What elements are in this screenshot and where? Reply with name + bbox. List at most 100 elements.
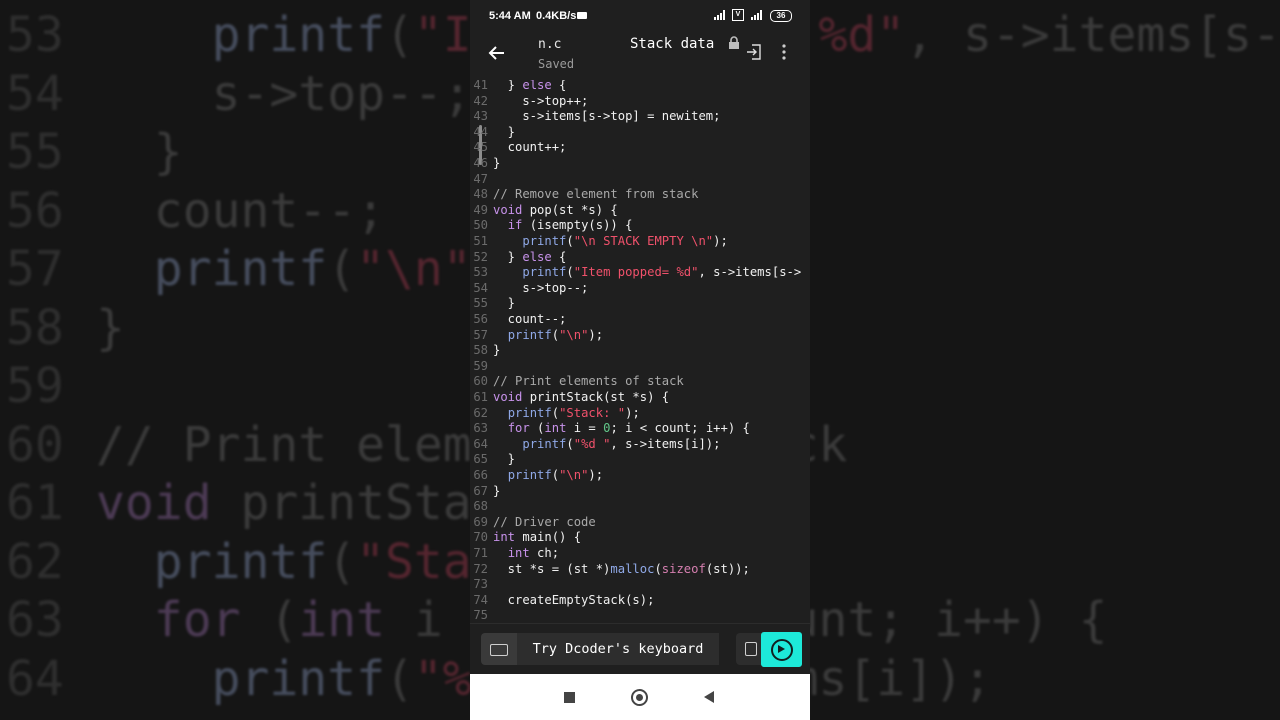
code-line[interactable]: 64 printf("%d ", s->items[i]); xyxy=(470,437,720,453)
code-line[interactable]: 41 } else { xyxy=(470,80,566,94)
code-line[interactable]: 42 s->top++; xyxy=(470,94,588,110)
code-line[interactable]: 51 printf("\n STACK EMPTY \n"); xyxy=(470,234,728,250)
status-bar: 5:44 AM 0.4KB/s V 36 xyxy=(470,0,810,32)
code-token: pop(st *s) { xyxy=(522,202,618,217)
code-line[interactable]: 57 printf("\n"); xyxy=(470,328,603,344)
code-line[interactable]: 58} xyxy=(470,343,500,359)
line-number: 54 xyxy=(473,280,488,295)
code-token: ); xyxy=(713,234,728,248)
try-keyboard-button[interactable]: Try Dcoder's keyboard xyxy=(517,633,719,665)
code-line[interactable]: 43 s->items[s->top] = newitem; xyxy=(470,109,720,125)
code-line[interactable]: 72 st *s = (st *)malloc(sizeof(st)); xyxy=(470,562,750,578)
code-token: else xyxy=(522,80,552,92)
nav-back-icon[interactable] xyxy=(704,691,714,703)
line-number: 41 xyxy=(473,80,488,92)
background-code-token: } xyxy=(96,124,183,180)
background-line-number: 57 xyxy=(6,241,64,297)
code-line[interactable]: 50 if (isempty(s)) { xyxy=(470,218,632,234)
code-line[interactable]: 67} xyxy=(470,484,500,500)
code-token: s->top--; xyxy=(493,280,589,295)
exit-icon[interactable] xyxy=(746,43,762,61)
code-token: (isempty(s)) { xyxy=(522,218,633,233)
keyboard-icon xyxy=(490,644,508,656)
code-line[interactable]: 73 xyxy=(470,577,493,593)
line-number: 68 xyxy=(473,499,488,514)
code-line[interactable]: 46} xyxy=(470,156,500,172)
code-token: // Remove element from stack xyxy=(493,187,699,202)
code-line[interactable]: 60 // Print elements of stack xyxy=(470,374,683,390)
code-line[interactable]: 62 printf("Stack: "); xyxy=(470,405,639,422)
code-line[interactable]: 74 createEmptyStack(s); xyxy=(470,593,654,609)
code-line[interactable]: 63 for (int i = 0; i < count; i++) { xyxy=(470,421,750,437)
keyboard-toggle-button[interactable] xyxy=(481,633,517,665)
code-token: if xyxy=(507,218,523,233)
code-line[interactable]: 70 int main() { xyxy=(470,530,581,546)
code-line[interactable]: 48 // Remove element from stack xyxy=(470,187,698,203)
code-editor[interactable]: 41 } else {42 s->top++; 43 s->items[s->to… xyxy=(470,80,810,623)
code-line[interactable]: 75 xyxy=(470,608,493,623)
code-line[interactable]: 68 xyxy=(470,499,493,515)
background-line-number: 63 xyxy=(6,592,64,648)
code-text: s->items[s->top] = newitem; xyxy=(493,109,720,123)
code-token: printf xyxy=(522,436,567,451)
code-line[interactable]: 69 // Driver code xyxy=(470,515,595,531)
background-line-number: 62 xyxy=(6,533,64,590)
back-arrow-icon[interactable] xyxy=(486,42,508,64)
home-icon[interactable] xyxy=(631,689,648,706)
code-token: int xyxy=(544,421,567,436)
code-token: ( xyxy=(566,234,574,248)
signal-4g-icon xyxy=(750,8,764,20)
code-line[interactable]: 52 } else { xyxy=(470,250,566,266)
code-text: count--; xyxy=(493,312,567,326)
code-line[interactable]: 65 } xyxy=(470,452,515,468)
code-line[interactable]: 53 printf("Item popped= %d", s->items[s-… xyxy=(470,265,801,281)
code-line[interactable]: 44 } xyxy=(470,125,515,141)
code-line[interactable]: 71 int ch; xyxy=(470,546,559,562)
code-line[interactable]: 66 printf("\n"); xyxy=(470,468,603,484)
code-line[interactable]: 49 void pop(st *s) { xyxy=(470,202,618,219)
code-token: ( xyxy=(551,405,560,420)
code-token: void xyxy=(493,390,523,404)
line-number: 63 xyxy=(473,421,488,436)
code-token: sizeof xyxy=(661,561,706,576)
code-token: ( xyxy=(654,561,662,576)
code-text: void printStack(st *s) { xyxy=(493,390,669,404)
background-code-line: 56 count--; xyxy=(0,181,385,241)
code-text: printf("\n"); xyxy=(493,468,603,482)
run-button[interactable] xyxy=(761,632,802,667)
line-number: 53 xyxy=(473,265,488,280)
more-vert-icon[interactable] xyxy=(782,44,786,60)
background-code-token xyxy=(96,7,212,63)
background-code-token: ( xyxy=(240,592,299,648)
project-title[interactable]: Stack data xyxy=(630,36,714,52)
code-token: } xyxy=(493,156,501,170)
code-token: i = xyxy=(566,421,604,436)
background-code-token: ( xyxy=(327,241,357,297)
background-code-token: for xyxy=(153,592,241,648)
background-code-token: , s->items[s-> xyxy=(905,7,1280,63)
background-code-line: 57 printf("\n"); xyxy=(0,239,529,299)
code-token: (st)); xyxy=(705,561,750,576)
app-bar: n.c Saved Stack data xyxy=(470,32,810,81)
line-number: 60 xyxy=(473,374,488,389)
phone-screen: 5:44 AM 0.4KB/s V 36 n.c Saved Stack dat… xyxy=(470,0,810,720)
line-number: 74 xyxy=(473,592,488,607)
code-token: int xyxy=(507,546,530,560)
code-line[interactable]: 56 count--; xyxy=(470,312,566,328)
recent-apps-icon[interactable] xyxy=(564,692,575,703)
code-text: } xyxy=(493,125,515,139)
background-line-number: 60 xyxy=(6,416,64,473)
code-line[interactable]: 61 void printStack(st *s) { xyxy=(470,390,669,406)
code-text: } xyxy=(493,452,515,466)
code-line[interactable]: 59 xyxy=(470,359,493,375)
code-text: s->top--; xyxy=(493,281,588,295)
play-triangle-icon xyxy=(778,645,785,653)
code-line[interactable]: 54 s->top--; xyxy=(470,281,588,297)
code-line[interactable]: 55 } xyxy=(470,296,515,312)
file-name[interactable]: n.c xyxy=(538,37,561,52)
code-line[interactable]: 47 xyxy=(470,172,493,188)
code-text: } xyxy=(493,484,500,498)
code-line[interactable]: 45 count++; xyxy=(470,140,566,156)
code-token: , s->items[i]); xyxy=(610,436,721,451)
